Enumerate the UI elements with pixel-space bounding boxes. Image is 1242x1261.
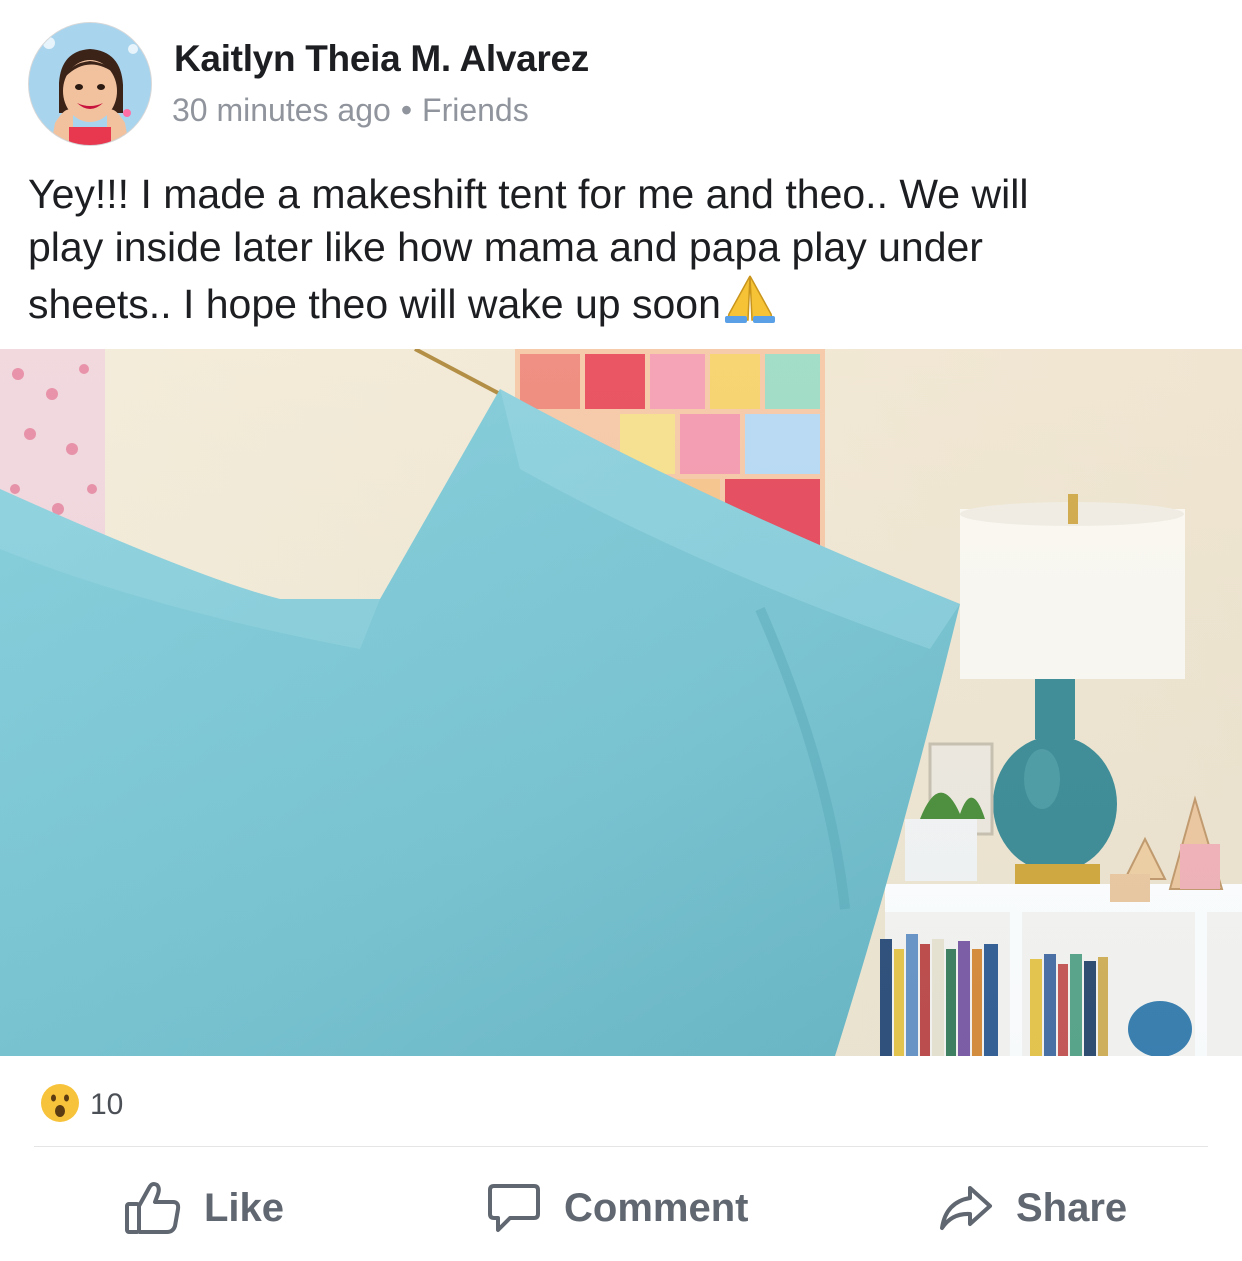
like-label: Like <box>204 1185 285 1230</box>
wow-emoji-icon <box>40 1083 80 1128</box>
post-audience: Friends <box>422 92 529 128</box>
post-text-body: Yey!!! I made a makeshift tent for me an… <box>28 171 1029 327</box>
post-text: Yey!!! I made a makeshift tent for me an… <box>28 168 1218 337</box>
action-bar: Like Comment Share <box>0 1170 1242 1250</box>
reaction-count: 10 <box>90 1088 124 1121</box>
thumbs-up-icon <box>125 1182 181 1234</box>
share-label: Share <box>1016 1185 1128 1230</box>
divider <box>34 1146 1208 1147</box>
post-time[interactable]: 30 minutes ago <box>172 92 391 128</box>
profile-photo <box>29 23 151 145</box>
tent-photo-illustration <box>0 349 1242 1056</box>
comment-icon <box>488 1184 540 1232</box>
comment-button[interactable]: Comment <box>486 1170 748 1246</box>
comment-label: Comment <box>564 1185 749 1230</box>
meta-separator: • <box>400 92 413 128</box>
share-button[interactable]: Share <box>938 1170 1127 1246</box>
like-button[interactable]: Like <box>124 1170 284 1246</box>
post-photo[interactable] <box>0 349 1242 1056</box>
post-header: Kaitlyn Theia M. Alvarez 30 minutes ago •… <box>0 0 1242 160</box>
share-arrow-icon <box>940 1186 992 1230</box>
folded-hands-emoji <box>721 274 779 337</box>
post-meta: 30 minutes ago • Friends <box>172 92 529 129</box>
reaction-summary[interactable]: 10 <box>40 1083 124 1128</box>
avatar[interactable] <box>28 22 152 146</box>
author-name[interactable]: Kaitlyn Theia M. Alvarez <box>174 38 589 80</box>
